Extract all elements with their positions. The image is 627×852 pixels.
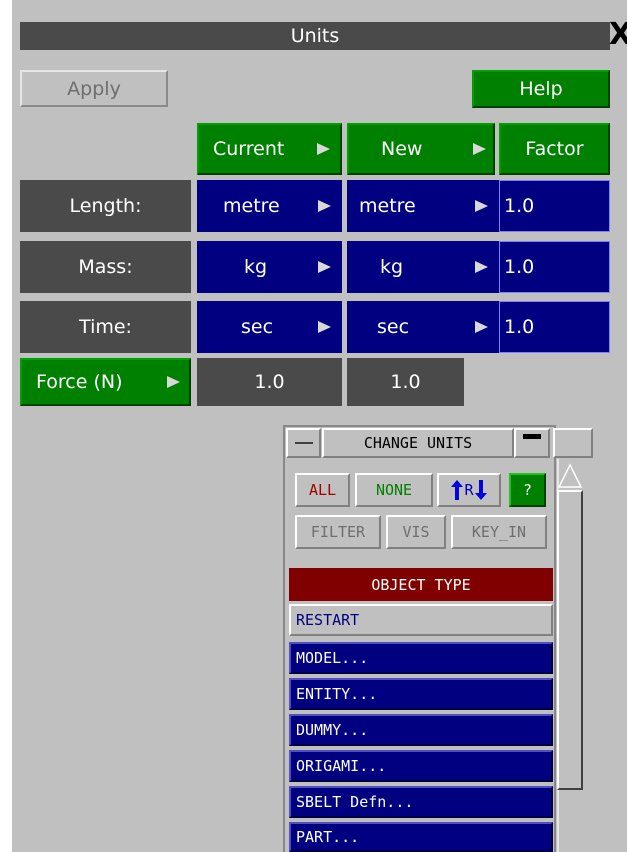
reverse-selection-button[interactable]: R [437, 473, 501, 507]
select-all-button[interactable]: ALL [295, 473, 350, 507]
reverse-arrows-icon: R [451, 480, 487, 500]
scroll-up-icon[interactable] [557, 461, 583, 489]
factor-header: Factor [499, 123, 610, 175]
menu-arrow-icon [318, 321, 331, 333]
menu-arrow-icon [475, 321, 488, 333]
mass-current-menu[interactable]: kg [197, 241, 342, 293]
current-units-menu[interactable]: Current [197, 123, 342, 175]
window-title: Units [20, 22, 610, 50]
menu-arrow-icon [318, 261, 331, 273]
minimize-icon[interactable] [286, 428, 321, 458]
new-header-label: New [381, 138, 423, 160]
change-units-title: CHANGE UNITS [322, 428, 514, 458]
mass-new-menu[interactable]: kg [347, 241, 499, 293]
object-type-header: OBJECT TYPE [289, 568, 553, 601]
list-item-part[interactable]: PART... [289, 822, 553, 852]
help-button[interactable]: Help [472, 70, 610, 108]
vis-button[interactable]: VIS [386, 515, 446, 549]
key-in-button[interactable]: KEY_IN [451, 515, 547, 549]
list-item-dummy[interactable]: DUMMY... [289, 714, 553, 746]
time-current-value: sec [241, 316, 274, 338]
list-item-entity[interactable]: ENTITY... [289, 678, 553, 710]
menu-arrow-icon [473, 143, 486, 155]
menu-arrow-icon [475, 200, 488, 212]
time-new-menu[interactable]: sec [347, 301, 499, 353]
scrollbar-thumb[interactable] [557, 490, 583, 790]
length-factor-field[interactable]: 1.0 [499, 180, 610, 232]
new-units-menu[interactable]: New [347, 123, 495, 175]
force-new-value: 1.0 [347, 358, 464, 406]
help-question-button[interactable]: ? [509, 473, 546, 507]
current-header-label: Current [213, 138, 285, 160]
menu-arrow-icon [318, 200, 331, 212]
filter-button[interactable]: FILTER [295, 515, 381, 549]
maximize-icon[interactable] [514, 428, 550, 458]
length-new-value: metre [359, 195, 416, 217]
length-label: Length: [20, 180, 191, 232]
list-item-sbelt-defn[interactable]: SBELT Defn... [289, 786, 553, 818]
mass-new-value: kg [380, 256, 404, 278]
list-item-model[interactable]: MODEL... [289, 642, 553, 674]
scroll-corner [553, 428, 593, 458]
mass-current-value: kg [244, 256, 268, 278]
length-new-menu[interactable]: metre [347, 180, 499, 232]
select-none-button[interactable]: NONE [355, 473, 433, 507]
time-current-menu[interactable]: sec [197, 301, 342, 353]
force-label: Force (N) [36, 371, 123, 393]
length-current-value: metre [223, 195, 280, 217]
close-icon[interactable]: X [609, 18, 627, 52]
force-units-menu[interactable]: Force (N) [20, 358, 191, 406]
list-item-origami[interactable]: ORIGAMI... [289, 750, 553, 782]
time-new-value: sec [377, 316, 410, 338]
menu-arrow-icon [475, 261, 488, 273]
apply-button[interactable]: Apply [20, 70, 168, 107]
length-current-menu[interactable]: metre [197, 180, 342, 232]
time-factor-field[interactable]: 1.0 [499, 301, 610, 353]
mass-label: Mass: [20, 241, 191, 293]
menu-arrow-icon [317, 143, 330, 155]
list-item-restart[interactable]: RESTART [289, 604, 553, 636]
force-current-value: 1.0 [197, 358, 342, 406]
mass-factor-field[interactable]: 1.0 [499, 241, 610, 293]
time-label: Time: [20, 301, 191, 353]
menu-arrow-icon [167, 376, 180, 388]
